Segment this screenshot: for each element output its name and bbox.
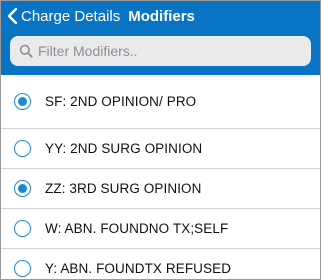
modifier-row[interactable]: W: ABN. FOUNDNO TX;SELF [1, 209, 320, 249]
modifier-label: Y: ABN. FOUNDTX REFUSED [45, 261, 232, 276]
modifier-list: SF: 2ND OPINION/ PRO YY: 2ND SURG OPINION… [1, 75, 320, 279]
modifier-row[interactable]: Y: ABN. FOUNDTX REFUSED [1, 249, 320, 279]
modifier-row[interactable]: YY: 2ND SURG OPINION [1, 129, 320, 169]
radio-selected-icon[interactable] [14, 93, 31, 110]
modifiers-screen: Charge Details Modifiers SF: 2ND OPINION… [0, 0, 321, 280]
nav-bar: Charge Details Modifiers [7, 7, 195, 25]
modifier-label: YY: 2ND SURG OPINION [45, 141, 203, 156]
page-title: Modifiers [128, 7, 195, 25]
search-icon [19, 44, 33, 58]
radio-unselected-icon[interactable] [14, 220, 31, 237]
chevron-left-icon [7, 7, 18, 25]
radio-unselected-icon[interactable] [14, 260, 31, 277]
radio-unselected-icon[interactable] [14, 140, 31, 157]
back-button[interactable]: Charge Details [7, 7, 120, 25]
modifier-row[interactable]: ZZ: 3RD SURG OPINION [1, 169, 320, 209]
search-input[interactable] [38, 43, 288, 59]
back-label: Charge Details [21, 7, 121, 25]
modifier-label: SF: 2ND OPINION/ PRO [45, 94, 197, 109]
header-bar: Charge Details Modifiers [1, 1, 320, 75]
modifier-row[interactable]: SF: 2ND OPINION/ PRO [1, 75, 320, 129]
search-bar[interactable] [10, 36, 311, 66]
radio-selected-icon[interactable] [14, 180, 31, 197]
modifier-label: ZZ: 3RD SURG OPINION [45, 181, 202, 196]
radio-dot-icon [18, 184, 27, 193]
modifier-label: W: ABN. FOUNDNO TX;SELF [45, 221, 229, 236]
radio-dot-icon [18, 97, 27, 106]
